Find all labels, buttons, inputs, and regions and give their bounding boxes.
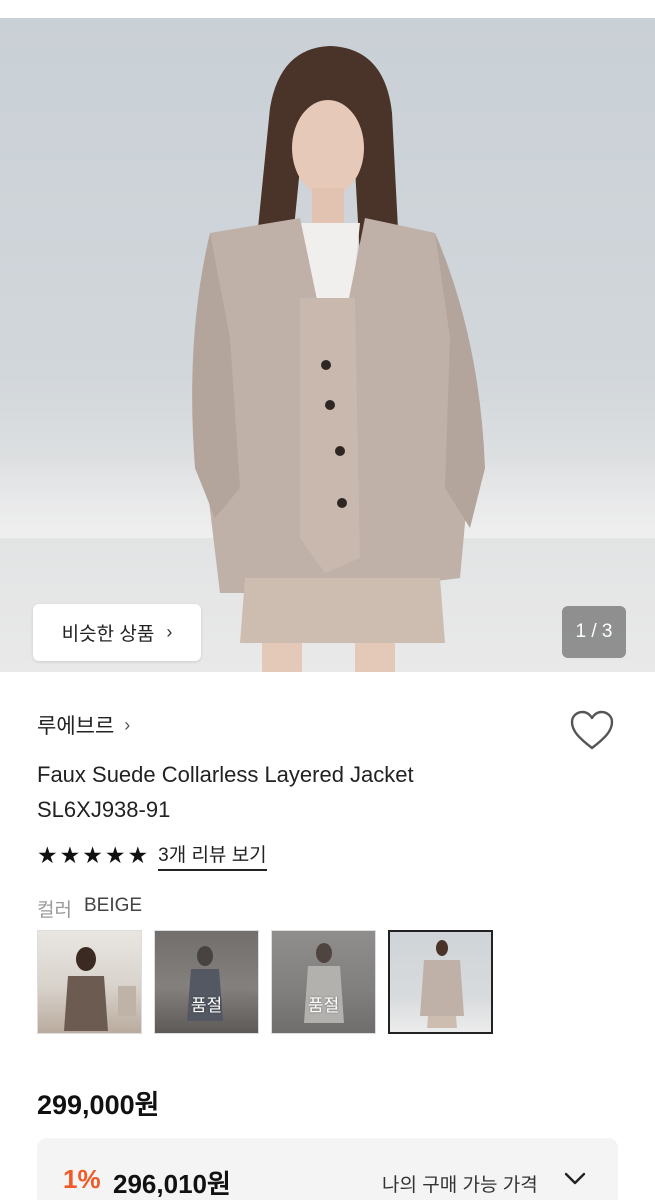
chevron-right-icon: ›	[124, 714, 131, 735]
rating-stars: ★ ★ ★ ★ ★	[37, 844, 148, 867]
image-counter: 1 / 3	[562, 606, 626, 658]
color-row: 컬러 BEIGE	[37, 895, 142, 922]
color-swatch-option[interactable]	[37, 930, 142, 1034]
star-filled-icon: ★	[59, 842, 81, 868]
rating-row: ★ ★ ★ ★ ★ 3개 리뷰 보기	[37, 840, 267, 871]
brand-name: 루에브르	[37, 715, 115, 738]
color-swatch-selected[interactable]	[388, 930, 493, 1034]
color-swatch-option[interactable]: 품절	[154, 930, 259, 1034]
discount-rate: 1%	[63, 1164, 101, 1194]
product-code: SL6XJ938-91	[37, 797, 171, 822]
product-price: 299,000원	[37, 1090, 160, 1120]
swatch-thumbnail	[64, 947, 136, 1031]
sold-out-label: 품절	[307, 996, 340, 1015]
star-filled-icon: ★	[82, 842, 103, 868]
product-name: Faux Suede Collarless Layered Jacket	[37, 762, 414, 787]
star-filled-icon: ★	[127, 842, 149, 868]
reviews-link[interactable]: 3개 리뷰 보기	[158, 840, 267, 871]
swatch-dim-overlay	[272, 931, 375, 1033]
brand-link[interactable]: 루에브르 ›	[37, 710, 130, 740]
color-label: 컬러	[37, 900, 72, 921]
chevron-right-icon: ›	[166, 622, 173, 642]
swatch-dim-overlay	[155, 931, 258, 1033]
heart-icon[interactable]	[569, 710, 615, 752]
model-photo	[192, 46, 485, 672]
discounted-price: 296,010원	[113, 1169, 231, 1199]
similar-products-label: 비슷한 상품	[61, 624, 155, 645]
swatch-thumbnail	[420, 940, 464, 1028]
color-swatches: 품절 품절	[37, 930, 493, 1034]
my-price-label: 나의 구매 가능 가격	[382, 1175, 538, 1196]
color-swatch-option[interactable]: 품절	[271, 930, 376, 1034]
color-value: BEIGE	[83, 895, 143, 916]
chevron-down-icon	[564, 1172, 586, 1185]
similar-products-button[interactable]: 비슷한 상품 ›	[33, 604, 201, 661]
product-title: Faux Suede Collarless Layered Jacket SL6…	[37, 757, 597, 827]
star-filled-icon: ★	[104, 842, 126, 868]
star-filled-icon: ★	[37, 842, 58, 868]
product-image-carousel[interactable]: 비슷한 상품 › 1 / 3	[0, 18, 655, 672]
sold-out-label: 품절	[190, 996, 223, 1015]
my-price-dropdown[interactable]: 1% 296,010원 나의 구매 가능 가격	[37, 1138, 618, 1200]
